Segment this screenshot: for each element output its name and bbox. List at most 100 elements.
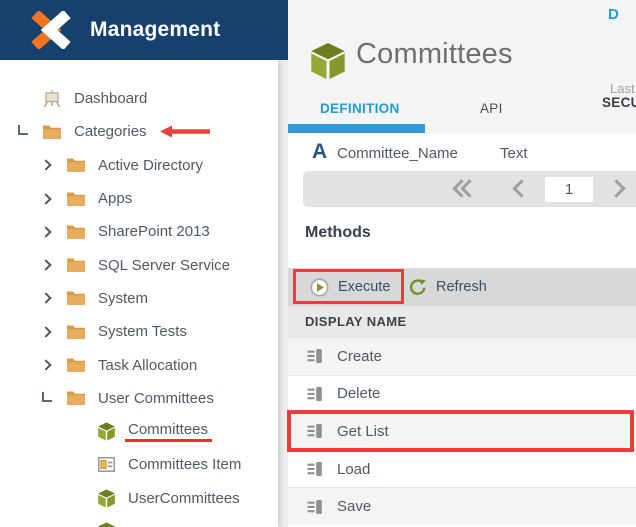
method-row-create[interactable]: Create	[288, 337, 636, 375]
page-title: Committees	[356, 38, 513, 70]
tree-item-system[interactable]: System	[0, 282, 278, 315]
tree-item-usercommittees[interactable]: UserCommittees	[0, 482, 278, 515]
method-row-load[interactable]: Load	[288, 449, 636, 488]
tree-item-label: Categories	[74, 123, 147, 141]
tree-item-apps[interactable]: Apps	[0, 182, 278, 215]
tree-item-label: SharePoint 2013	[98, 223, 210, 241]
main-panel: D Committees DEFINITION API Last SECURIT…	[287, 0, 636, 527]
tree-item-categories[interactable]: Categories	[0, 115, 278, 148]
tree-item-label: System Tests	[98, 323, 187, 341]
refresh-label: Refresh	[436, 279, 487, 295]
method-icon	[305, 497, 325, 517]
object-header: D Committees DEFINITION API Last SECURIT…	[288, 0, 636, 133]
method-label: Delete	[337, 385, 381, 403]
smartobject-cube-icon	[309, 42, 347, 85]
tree-item-label: Task Allocation	[98, 356, 198, 374]
tree-item-label: Active Directory	[98, 156, 204, 174]
method-label: Save	[337, 498, 372, 516]
dashboard-icon	[42, 89, 62, 109]
item-form-icon	[96, 455, 116, 475]
collapse-corner-icon[interactable]	[12, 124, 34, 140]
folder-icon	[66, 255, 86, 275]
tree-item-label: Committees Item	[128, 456, 242, 474]
refresh-icon	[409, 278, 427, 296]
clipped-top-right-link[interactable]: D	[608, 6, 619, 23]
tree-item-dashboard[interactable]: Dashboard	[0, 82, 278, 115]
chevron-right-icon[interactable]	[36, 324, 58, 340]
tree-item-task-allocation[interactable]: Task Allocation	[0, 348, 278, 381]
tree-item-partial[interactable]	[0, 515, 278, 527]
methods-list: Create Delete Get List Load Save	[288, 337, 636, 525]
method-row-get-list[interactable]: Get List	[288, 412, 636, 450]
tree-item-label: Committees	[125, 421, 213, 443]
method-icon	[305, 384, 325, 404]
method-row-save[interactable]: Save	[288, 487, 636, 525]
chevron-right-icon[interactable]	[36, 191, 58, 207]
tab-security[interactable]: SECURITY	[602, 95, 636, 110]
sidebar: Management Dashboard Categories Active Dir…	[0, 0, 288, 527]
folder-icon	[66, 355, 86, 375]
play-icon	[310, 278, 329, 297]
method-label: Create	[337, 347, 383, 365]
method-icon	[305, 421, 325, 441]
tab-api[interactable]: API	[480, 101, 503, 116]
tree-item-label: System	[98, 289, 149, 307]
tree-item-label: Apps	[98, 190, 133, 208]
chevron-left-icon	[512, 179, 531, 198]
chevron-right-icon[interactable]	[36, 290, 58, 306]
tree-item-label: SQL Server Service	[98, 256, 230, 274]
execute-button[interactable]: Execute	[310, 268, 390, 306]
method-icon	[305, 346, 325, 366]
chevron-right-icon[interactable]	[36, 257, 58, 273]
tree-item-active-directory[interactable]: Active Directory	[0, 149, 278, 182]
tree-item-sharepoint-2013[interactable]: SharePoint 2013	[0, 215, 278, 248]
page-number-input[interactable]: 1	[545, 177, 593, 202]
k2-logo-icon	[31, 11, 71, 49]
property-type: Text	[500, 145, 528, 162]
tab-definition[interactable]: DEFINITION	[320, 101, 400, 116]
tree-item-sql-server-service[interactable]: SQL Server Service	[0, 248, 278, 281]
app-title: Management	[90, 18, 221, 41]
method-label: Get List	[337, 422, 389, 440]
pagination-next-button[interactable]	[607, 179, 626, 198]
folder-icon	[66, 222, 86, 242]
chevron-right-icon[interactable]	[36, 224, 58, 240]
category-tree: Dashboard Categories Active Directory Apps S…	[0, 60, 278, 527]
tree-item-committees-item[interactable]: Committees Item	[0, 448, 278, 481]
folder-icon	[66, 189, 86, 209]
method-label: Load	[337, 460, 371, 478]
tree-item-user-committees[interactable]: User Committees	[0, 382, 278, 415]
red-arrow-annotation-icon	[159, 125, 211, 138]
collapse-corner-icon[interactable]	[36, 390, 58, 406]
chevron-right-icon[interactable]	[36, 157, 58, 173]
execute-label: Execute	[338, 279, 391, 295]
active-tab-indicator	[288, 124, 425, 133]
folder-icon	[66, 155, 86, 175]
pagination-prev-button[interactable]	[512, 179, 531, 198]
methods-heading: Methods	[305, 224, 371, 241]
smartobject-icon	[96, 488, 116, 508]
methods-toolbar: Execute Refresh	[288, 268, 636, 306]
smartobject-icon	[96, 422, 116, 442]
chevron-right-icon[interactable]	[36, 357, 58, 373]
tree-item-label: User Committees	[98, 389, 214, 407]
folder-icon	[66, 388, 86, 408]
folder-icon	[66, 322, 86, 342]
tree-item-committees[interactable]: Committees	[0, 415, 278, 448]
sidebar-header: Management	[0, 0, 288, 60]
pagination-first-button[interactable]	[452, 179, 479, 198]
display-name-column-header: DISPLAY NAME	[288, 306, 636, 337]
tree-item-label: UserCommittees	[128, 489, 240, 507]
chevron-right-icon	[607, 179, 626, 198]
refresh-button[interactable]: Refresh	[409, 268, 487, 306]
method-row-delete[interactable]: Delete	[288, 374, 636, 413]
pagination-bar: 1	[303, 171, 636, 207]
method-icon	[305, 459, 325, 479]
tree-item-label: Dashboard	[74, 90, 148, 108]
security-tab-superlabel: Last	[610, 81, 635, 96]
property-row[interactable]: A Committee_Name Text	[288, 133, 636, 172]
text-property-icon: A	[312, 140, 328, 163]
tree-item-system-tests[interactable]: System Tests	[0, 315, 278, 348]
property-name: Committee_Name	[337, 145, 458, 162]
